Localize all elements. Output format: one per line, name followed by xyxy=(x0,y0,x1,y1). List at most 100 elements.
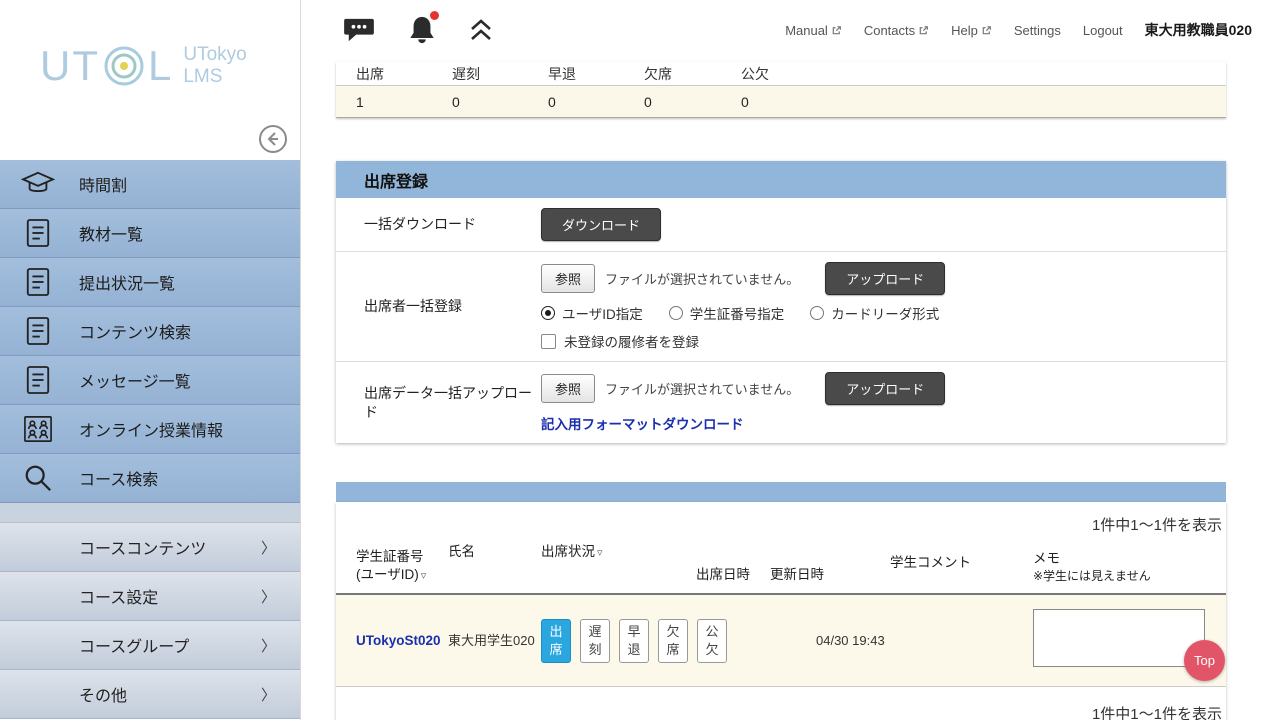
attendance-registration-panel: 出席登録 一括ダウンロード ダウンロード 出席者一括登録 参照 ファイルが xyxy=(336,161,1226,443)
attendance-data-upload-row: 出席データ一括アップロード 参照 ファイルが選択されていません。 アップロード … xyxy=(336,362,1226,443)
column-student-id[interactable]: 学生証番号 (ユーザID)▿ xyxy=(356,548,448,584)
checkbox-icon xyxy=(541,334,556,349)
student-id-link[interactable]: UTokyoSt020 xyxy=(356,633,448,648)
chat-icon[interactable] xyxy=(343,17,375,43)
radio-user-id[interactable]: ユーザID指定 xyxy=(541,303,643,323)
summary-header-early-leave: 早退 xyxy=(548,64,644,84)
radio-button-icon xyxy=(541,306,555,320)
sidebar-item-label: コース設定 xyxy=(79,584,158,608)
sidebar-item-course-settings[interactable]: コース設定 〉 xyxy=(0,572,300,621)
sidebar-menu: 時間割 教材一覧 提出状況一覧 xyxy=(0,160,300,719)
sidebar-collapse-button[interactable] xyxy=(258,124,288,154)
browse-file-button[interactable]: 参照 xyxy=(541,264,595,293)
topbar: Manual Contacts Help S xyxy=(301,0,1280,60)
sidebar-item-label: 時間割 xyxy=(79,172,127,196)
sidebar-item-label: メッセージ一覧 xyxy=(79,368,191,392)
summary-header-absent: 欠席 xyxy=(644,64,741,84)
status-excused-button[interactable]: 公欠 xyxy=(697,619,727,663)
sidebar-item-label: コンテンツ検索 xyxy=(79,319,191,343)
collapse-header-icon[interactable] xyxy=(469,17,493,43)
logo-brand-line1: UTokyo xyxy=(183,44,246,66)
external-link-icon xyxy=(831,25,842,36)
status-late-button[interactable]: 遅刻 xyxy=(580,619,610,663)
content-area: 出席 遅刻 早退 欠席 公欠 1 0 0 0 0 出席登録 一括ダ xyxy=(301,60,1280,720)
logo-text-right: L xyxy=(148,42,173,90)
sidebar-item-content-search[interactable]: コンテンツ検索 xyxy=(0,307,300,356)
logo-area: UT L UTokyo LMS xyxy=(0,0,300,160)
external-link-icon xyxy=(981,25,992,36)
materials-list-icon xyxy=(21,217,55,249)
sidebar-item-messages[interactable]: メッセージ一覧 xyxy=(0,356,300,405)
sidebar-item-online-class[interactable]: オンライン授業情報 xyxy=(0,405,300,454)
online-class-icon xyxy=(21,413,55,445)
sidebar-item-others[interactable]: その他 〉 xyxy=(0,670,300,719)
summary-value-absent: 0 xyxy=(644,94,741,110)
attendee-bulk-register-label: 出席者一括登録 xyxy=(336,297,541,315)
student-name: 東大用学生020 xyxy=(448,632,541,650)
attendance-data-upload-label: 出席データ一括アップロード xyxy=(336,384,541,420)
status-present-button[interactable]: 出席 xyxy=(541,619,571,663)
radio-student-card-number[interactable]: 学生証番号指定 xyxy=(669,303,785,323)
register-unenrolled-checkbox[interactable]: 未登録の履修者を登録 xyxy=(541,331,699,351)
sidebar-item-course-group[interactable]: コースグループ 〉 xyxy=(0,621,300,670)
column-status[interactable]: 出席状況▿ xyxy=(541,543,696,561)
notifications-bell-icon[interactable] xyxy=(407,14,437,46)
summary-header-row: 出席 遅刻 早退 欠席 公欠 xyxy=(336,62,1226,86)
attendee-bulk-register-row: 出席者一括登録 参照 ファイルが選択されていません。 アップロード ユーザID指… xyxy=(336,252,1226,362)
logo-brand-line2: LMS xyxy=(183,66,246,88)
sidebar-item-submissions[interactable]: 提出状況一覧 xyxy=(0,258,300,307)
summary-header-late: 遅刻 xyxy=(452,64,548,84)
sidebar-item-label: コースグループ xyxy=(79,633,189,657)
no-file-selected-text: ファイルが選択されていません。 xyxy=(605,269,799,288)
summary-value-late: 0 xyxy=(452,94,548,110)
sidebar: UT L UTokyo LMS xyxy=(0,0,300,720)
chevron-right-icon: 〉 xyxy=(261,537,276,558)
current-user-name[interactable]: 東大用教職員020 xyxy=(1145,20,1252,40)
settings-link[interactable]: Settings xyxy=(1014,23,1061,38)
sidebar-item-label: 教材一覧 xyxy=(79,221,143,245)
result-count-top: 1件中1〜1件を表示 xyxy=(336,502,1226,543)
sidebar-item-label: 提出状況一覧 xyxy=(79,270,175,294)
status-early-leave-button[interactable]: 早退 xyxy=(619,619,649,663)
upload-button[interactable]: アップロード xyxy=(825,372,945,405)
chevron-right-icon: 〉 xyxy=(261,586,276,607)
chevron-right-icon: 〉 xyxy=(261,635,276,656)
sidebar-item-course-search[interactable]: コース検索 xyxy=(0,454,300,503)
download-button[interactable]: ダウンロード xyxy=(541,208,661,241)
summary-value-excused: 0 xyxy=(741,94,1226,110)
status-absent-button[interactable]: 欠席 xyxy=(658,619,688,663)
messages-list-icon xyxy=(21,364,55,396)
page: UT L UTokyo LMS xyxy=(0,0,1280,720)
summary-value-row: 1 0 0 0 0 xyxy=(336,86,1226,118)
submissions-list-icon xyxy=(21,266,55,298)
manual-link[interactable]: Manual xyxy=(785,23,842,38)
student-attendance-table: 1件中1〜1件を表示 学生証番号 (ユーザID)▿ 氏名 出席状況▿ 出席日時 … xyxy=(336,502,1226,720)
sort-icon: ▿ xyxy=(597,547,603,559)
scroll-to-top-button[interactable]: Top xyxy=(1184,640,1225,681)
radio-card-reader[interactable]: カードリーダ形式 xyxy=(810,303,939,323)
memo-textarea[interactable] xyxy=(1033,609,1205,667)
column-student-comment: 学生コメント xyxy=(890,554,1033,572)
format-download-link[interactable]: 記入用フォーマットダウンロード xyxy=(541,413,744,433)
attendance-status-buttons: 出席 遅刻 早退 欠席 公欠 xyxy=(541,619,727,663)
sidebar-item-course-contents[interactable]: コースコンテンツ 〉 xyxy=(0,523,300,572)
sidebar-item-label: コースコンテンツ xyxy=(79,535,206,559)
radio-button-icon xyxy=(810,306,824,320)
sidebar-item-timetable[interactable]: 時間割 xyxy=(0,160,300,209)
summary-value-early-leave: 0 xyxy=(548,94,644,110)
logout-link[interactable]: Logout xyxy=(1083,23,1123,38)
external-link-icon xyxy=(918,25,929,36)
help-link[interactable]: Help xyxy=(951,23,992,38)
sidebar-item-materials[interactable]: 教材一覧 xyxy=(0,209,300,258)
upload-button[interactable]: アップロード xyxy=(825,262,945,295)
sidebar-item-label: その他 xyxy=(79,682,127,706)
bulk-download-label: 一括ダウンロード xyxy=(336,215,541,233)
column-memo: メモ ※学生には見えません xyxy=(1033,550,1226,584)
sidebar-item-label: オンライン授業情報 xyxy=(79,417,223,441)
logo-spiral-icon xyxy=(102,44,146,88)
summary-header-present: 出席 xyxy=(356,64,452,84)
memo-note: ※学生には見えません xyxy=(1033,568,1226,584)
utol-logo: UT L UTokyo LMS xyxy=(0,0,300,90)
contacts-link[interactable]: Contacts xyxy=(864,23,929,38)
browse-file-button[interactable]: 参照 xyxy=(541,374,595,403)
